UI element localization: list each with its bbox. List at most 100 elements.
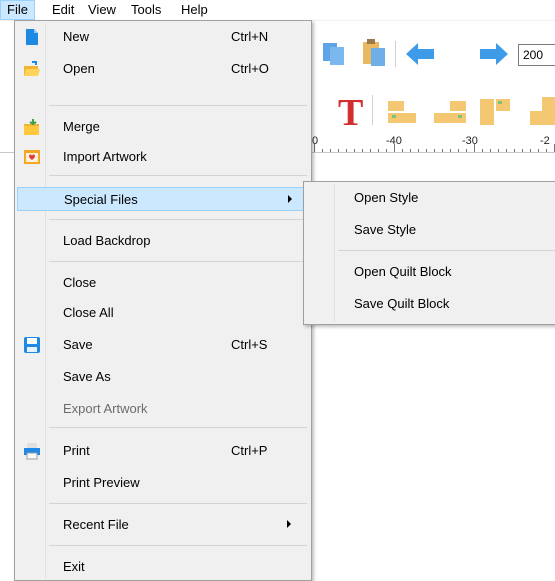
- ruler-tick: [514, 149, 515, 152]
- special-files-submenu: Open Style Save Style Open Quilt Block Save…: [303, 181, 555, 325]
- menu-item-label: Close All: [63, 305, 114, 320]
- submenu-item-save-style[interactable]: Save Style: [306, 218, 555, 242]
- ruler-tick: [506, 149, 507, 152]
- align-top-icon[interactable]: [478, 93, 518, 127]
- ruler-tick: [354, 149, 355, 152]
- menu-separator: [49, 545, 307, 546]
- menu-item-shortcut: Ctrl+S: [231, 337, 268, 352]
- menu-item-import-artwork[interactable]: Import Artwork: [17, 145, 309, 169]
- menu-item-label: Save As: [63, 369, 111, 384]
- toolbar-separator: [395, 41, 396, 67]
- menu-view[interactable]: View: [82, 0, 122, 20]
- paste-icon[interactable]: [360, 37, 388, 67]
- zoom-input[interactable]: 200: [518, 44, 555, 66]
- open-folder-icon: [23, 60, 41, 78]
- menu-item-open[interactable]: Open Ctrl+O: [17, 57, 309, 81]
- menu-item-save[interactable]: Save Ctrl+S: [17, 333, 309, 357]
- submenu-item-label: Save Quilt Block: [354, 296, 450, 311]
- forward-arrow-icon[interactable]: [478, 41, 510, 67]
- align-bottom-icon[interactable]: [524, 93, 555, 127]
- menu-item-label: Load Backdrop: [63, 233, 151, 248]
- submenu-arrow-icon: [288, 195, 292, 203]
- ruler-tick: [330, 149, 331, 152]
- align-left-icon[interactable]: [386, 93, 426, 127]
- printer-icon: [23, 442, 41, 460]
- menu-item-label: Print Preview: [63, 475, 140, 490]
- ruler-tick: [434, 149, 435, 152]
- menu-item-label: New: [63, 29, 90, 44]
- ruler-label: -30: [462, 135, 478, 147]
- menu-item-label: Import Artwork: [63, 149, 147, 164]
- menu-item-shortcut: Ctrl+N: [231, 29, 269, 44]
- menu-item-label: Print: [63, 443, 90, 458]
- menu-item-new[interactable]: New Ctrl+N: [17, 25, 309, 49]
- ruler-tick: [322, 149, 323, 152]
- menu-item-export-artwork: Export Artwork: [17, 397, 309, 421]
- menu-item-close-all[interactable]: Close All: [17, 301, 309, 325]
- menu-item-special-files[interactable]: Special Files: [17, 187, 309, 211]
- ruler-tick: [346, 149, 347, 152]
- ruler-tick: [458, 149, 459, 152]
- menu-item-merge[interactable]: Merge: [17, 115, 309, 139]
- ruler-tick: [370, 149, 371, 152]
- menu-item-label: Special Files: [64, 192, 138, 207]
- menu-separator: [49, 503, 307, 504]
- menu-separator: [49, 219, 307, 220]
- copy-icon[interactable]: [320, 39, 348, 67]
- menu-item-shortcut: Ctrl+P: [231, 443, 268, 458]
- ruler-tick: [450, 149, 451, 152]
- ruler-label: -2: [540, 135, 550, 147]
- ruler-tick: [442, 149, 443, 152]
- align-right-icon[interactable]: [430, 93, 470, 127]
- menu-item-load-backdrop[interactable]: Load Backdrop: [17, 229, 309, 253]
- menu-item-print[interactable]: Print Ctrl+P: [17, 439, 309, 463]
- file-menu: New Ctrl+N Open Ctrl+O Merge Import Artwork Sp…: [14, 20, 312, 581]
- menu-separator: [49, 105, 307, 106]
- ruler-tick: [410, 149, 411, 152]
- ruler-tick: [538, 149, 539, 152]
- ruler-tick: [386, 149, 387, 152]
- menu-item-print-preview[interactable]: Print Preview: [17, 471, 309, 495]
- menu-item-recent-file[interactable]: Recent File: [17, 513, 309, 537]
- ruler-tick: [546, 149, 547, 152]
- text-tool-icon[interactable]: T: [338, 94, 363, 132]
- ruler-tick: [426, 149, 427, 152]
- menu-item-exit[interactable]: Exit: [17, 555, 309, 579]
- ruler-tick: [490, 149, 491, 152]
- menu-item-save-as[interactable]: Save As: [17, 365, 309, 389]
- new-file-icon: [23, 28, 41, 46]
- menu-item-label: Save: [63, 337, 93, 352]
- menu-item-label: Exit: [63, 559, 85, 574]
- ruler-label: -40: [386, 135, 402, 147]
- menu-tools[interactable]: Tools: [125, 0, 167, 20]
- import-artwork-icon: [23, 148, 41, 166]
- back-arrow-icon[interactable]: [404, 41, 436, 67]
- submenu-item-open-style[interactable]: Open Style: [306, 186, 555, 210]
- submenu-item-label: Open Style: [354, 190, 419, 205]
- ruler-tick: [418, 149, 419, 152]
- submenu-item-label: Save Style: [354, 222, 417, 237]
- ruler-tick: [378, 149, 379, 152]
- submenu-item-save-quilt-block[interactable]: Save Quilt Block: [306, 292, 555, 316]
- merge-folder-icon: [23, 118, 41, 136]
- menu-file[interactable]: File: [0, 0, 35, 20]
- menu-item-label: Recent File: [63, 517, 129, 532]
- menu-item-close[interactable]: Close: [17, 271, 309, 295]
- menu-item-label: Export Artwork: [63, 401, 148, 416]
- menu-separator: [49, 427, 307, 428]
- submenu-item-open-quilt-block[interactable]: Open Quilt Block: [306, 260, 555, 284]
- menu-edit[interactable]: Edit: [46, 0, 80, 20]
- ruler-tick: [530, 149, 531, 152]
- ruler-label: 0: [312, 135, 319, 147]
- save-disk-icon: [23, 336, 41, 354]
- menu-item-label: Merge: [63, 119, 100, 134]
- ruler-tick: [482, 149, 483, 152]
- toolbar-separator: [372, 95, 373, 125]
- ruler-tick: [466, 149, 467, 152]
- ruler-tick: [362, 149, 363, 152]
- ruler-tick: [338, 149, 339, 152]
- menu-bar: File Edit View Tools Help: [0, 0, 555, 21]
- menu-separator: [49, 261, 307, 262]
- menu-help[interactable]: Help: [175, 0, 214, 20]
- submenu-item-label: Open Quilt Block: [354, 264, 452, 279]
